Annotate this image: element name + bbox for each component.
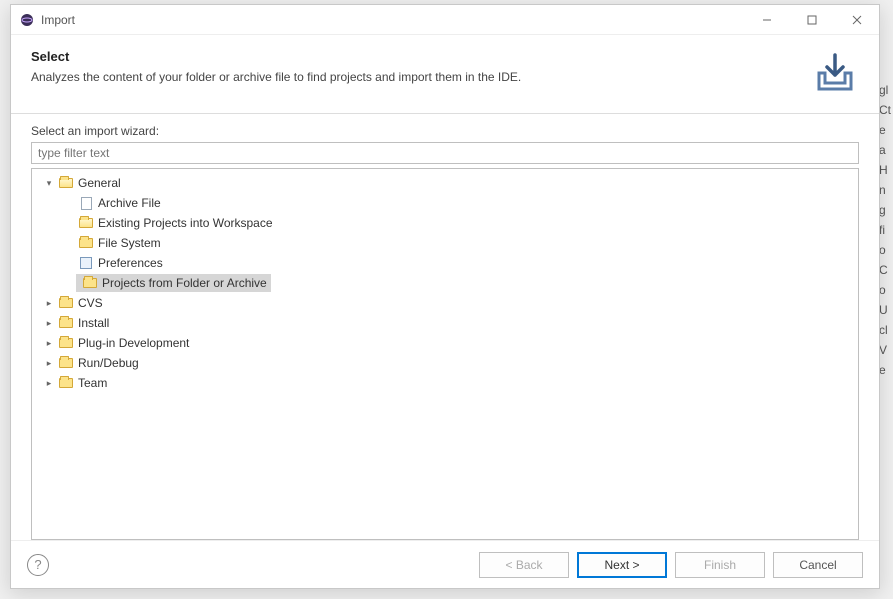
chevron-right-icon <box>62 236 76 250</box>
chevron-down-icon[interactable]: ▾ <box>42 176 56 190</box>
titlebar: Import <box>11 5 879 35</box>
tree-item-label: Archive File <box>98 196 161 210</box>
tree-item-label: CVS <box>78 296 103 310</box>
chevron-right-icon[interactable]: ▸ <box>42 336 56 350</box>
tree-item-label: Preferences <box>98 256 163 270</box>
folder-icon <box>78 235 94 251</box>
import-dialog: Import Select Analyzes the content of yo… <box>10 4 880 589</box>
tree-item[interactable]: ▸ Install <box>32 313 858 333</box>
folder-icon <box>58 355 74 371</box>
tree-item[interactable]: Existing Projects into Workspace <box>32 213 858 233</box>
tree-item-label: Existing Projects into Workspace <box>98 216 273 230</box>
wizard-content: Select an import wizard: ▾ General Archive… <box>11 114 879 540</box>
filter-input[interactable] <box>31 142 859 164</box>
chevron-right-icon <box>62 196 76 210</box>
page-description: Analyzes the content of your folder or a… <box>31 70 799 84</box>
folder-icon <box>82 275 98 291</box>
wizard-header: Select Analyzes the content of your fold… <box>11 35 879 114</box>
file-icon <box>78 195 94 211</box>
minimize-button[interactable] <box>744 5 789 35</box>
chevron-right-icon[interactable]: ▸ <box>42 316 56 330</box>
maximize-button[interactable] <box>789 5 834 35</box>
tree-item-label: Team <box>78 376 107 390</box>
folder-open-icon <box>78 215 94 231</box>
folder-icon <box>58 295 74 311</box>
chevron-right-icon[interactable]: ▸ <box>42 296 56 310</box>
tree-item-label: Plug-in Development <box>78 336 189 350</box>
tree-item[interactable]: ▸ Plug-in Development <box>32 333 858 353</box>
wizard-prompt: Select an import wizard: <box>31 124 859 138</box>
tree-item-label: Projects from Folder or Archive <box>102 276 267 290</box>
tree-item[interactable]: Archive File <box>32 193 858 213</box>
tree-item-label: Install <box>78 316 109 330</box>
chevron-right-icon <box>62 256 76 270</box>
help-icon[interactable]: ? <box>27 554 49 576</box>
wizard-tree[interactable]: ▾ General Archive File Existing Projects in… <box>31 168 859 540</box>
chevron-right-icon <box>62 276 76 290</box>
tree-item[interactable]: File System <box>32 233 858 253</box>
back-button[interactable]: < Back <box>479 552 569 578</box>
import-icon <box>811 49 859 97</box>
chevron-right-icon[interactable]: ▸ <box>42 356 56 370</box>
chevron-right-icon[interactable]: ▸ <box>42 376 56 390</box>
close-button[interactable] <box>834 5 879 35</box>
eclipse-icon <box>19 12 35 28</box>
tree-item[interactable]: ▾ General <box>32 173 858 193</box>
pref-icon <box>78 255 94 271</box>
tree-item[interactable]: ▸ Run/Debug <box>32 353 858 373</box>
folder-icon <box>58 335 74 351</box>
tree-item[interactable]: Projects from Folder or Archive <box>32 273 858 293</box>
tree-item[interactable]: ▸ Team <box>32 373 858 393</box>
page-title: Select <box>31 49 799 64</box>
background-cropped-text: glCteaHngfioCoUclVe <box>879 80 893 380</box>
folder-icon <box>58 315 74 331</box>
folder-open-icon <box>58 175 74 191</box>
next-button[interactable]: Next > <box>577 552 667 578</box>
folder-icon <box>58 375 74 391</box>
tree-item[interactable]: Preferences <box>32 253 858 273</box>
button-bar: ? < Back Next > Finish Cancel <box>11 540 879 588</box>
tree-item-label: Run/Debug <box>78 356 139 370</box>
tree-item-label: File System <box>98 236 161 250</box>
cancel-button[interactable]: Cancel <box>773 552 863 578</box>
tree-item-label: General <box>78 176 121 190</box>
window-title: Import <box>41 13 744 27</box>
tree-item[interactable]: ▸ CVS <box>32 293 858 313</box>
finish-button[interactable]: Finish <box>675 552 765 578</box>
chevron-right-icon <box>62 216 76 230</box>
window-controls <box>744 5 879 35</box>
